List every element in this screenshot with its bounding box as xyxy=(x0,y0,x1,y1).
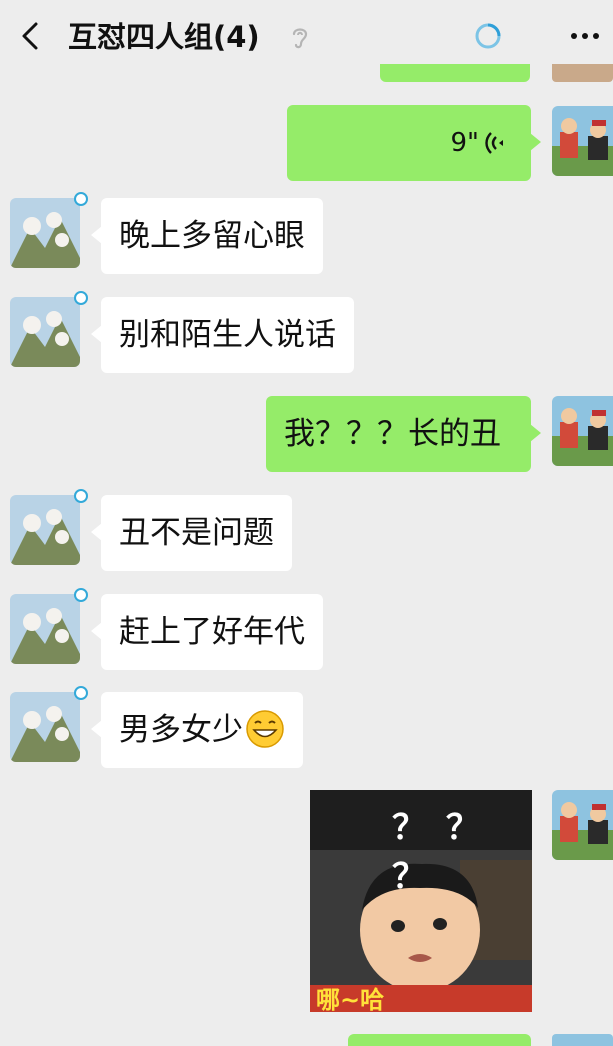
message-bubble[interactable]: 男多女少 xyxy=(91,692,303,768)
message-bubble[interactable]: 我？？？长的丑 xyxy=(266,396,541,472)
message-text: 男多女少 xyxy=(119,712,243,748)
chat-title: 互怼四人组(4) xyxy=(68,20,260,54)
online-status-dot xyxy=(74,192,88,206)
member-avatar[interactable] xyxy=(10,594,80,664)
message-bubble[interactable]: 别和陌生人说话 xyxy=(91,297,354,373)
member-avatar[interactable] xyxy=(10,198,80,268)
sync-ring-icon xyxy=(475,23,501,49)
more-dots-icon[interactable] xyxy=(566,20,604,52)
member-avatar[interactable] xyxy=(10,297,80,367)
chevron-left-icon[interactable] xyxy=(14,18,50,54)
online-status-dot xyxy=(74,686,88,700)
message-bubble[interactable]: 丑不是问题 xyxy=(91,495,292,571)
grinning-face-emoji-icon xyxy=(246,709,284,748)
message-bubble[interactable]: 晚上多留心眼 xyxy=(91,198,323,274)
sticker-question-marks: ？ ？ ？ xyxy=(392,808,484,897)
message-text: 晚上多留心眼 xyxy=(119,218,305,254)
message-text: 丑不是问题 xyxy=(119,515,274,551)
my-avatar[interactable] xyxy=(552,790,613,860)
member-avatar[interactable] xyxy=(10,495,80,565)
next-avatar-fragment xyxy=(552,1034,613,1046)
voice-duration: 9" xyxy=(450,128,479,158)
member-avatar[interactable] xyxy=(10,692,80,762)
voice-wave-icon xyxy=(485,132,503,154)
next-message-fragment xyxy=(348,1034,531,1046)
message-text: 别和陌生人说话 xyxy=(119,317,336,353)
message-bubble[interactable]: 赶上了好年代 xyxy=(91,594,323,670)
voice-message-bubble[interactable]: 9" xyxy=(287,105,541,181)
message-text: 我？？？长的丑 xyxy=(284,416,501,452)
online-status-dot xyxy=(74,489,88,503)
previous-avatar-fragment xyxy=(552,64,613,82)
sticker-caption: 哪~哈 xyxy=(316,986,385,1012)
previous-message-fragment xyxy=(380,64,530,82)
my-avatar[interactable] xyxy=(552,106,613,176)
sticker-image[interactable]: ？ ？ ？ 哪~哈 xyxy=(310,790,532,1012)
my-avatar[interactable] xyxy=(552,396,613,466)
online-status-dot xyxy=(74,588,88,602)
online-status-dot xyxy=(74,291,88,305)
ear-mute-icon xyxy=(292,28,308,49)
message-text: 赶上了好年代 xyxy=(119,614,305,650)
